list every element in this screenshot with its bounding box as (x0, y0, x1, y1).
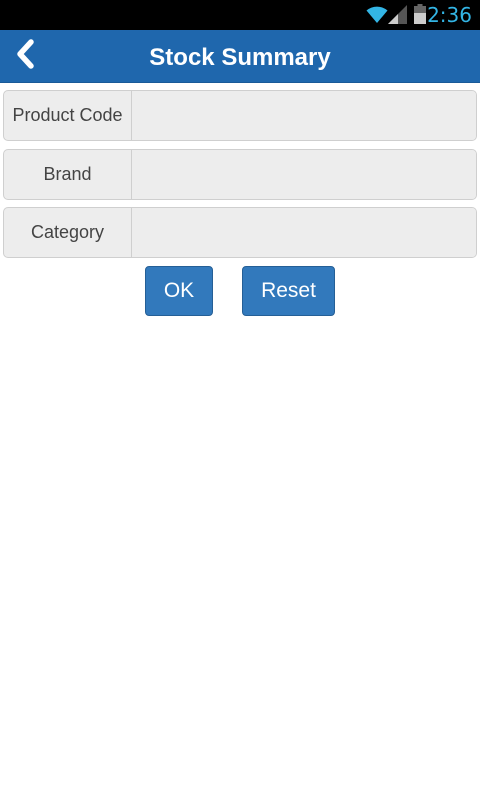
ok-button[interactable]: OK (145, 266, 213, 316)
brand-row: Brand (3, 149, 477, 200)
status-bar: 2:36 (0, 0, 480, 30)
category-label: Category (4, 208, 132, 257)
category-input[interactable] (132, 208, 476, 257)
signal-icon (388, 5, 408, 29)
wifi-icon (366, 4, 388, 29)
reset-button[interactable]: Reset (242, 266, 335, 316)
product-code-row: Product Code (3, 90, 477, 141)
brand-label: Brand (4, 150, 132, 199)
battery-icon (414, 4, 426, 29)
category-row: Category (3, 207, 477, 258)
product-code-label: Product Code (4, 91, 132, 140)
brand-input[interactable] (132, 150, 476, 199)
product-code-input[interactable] (132, 91, 476, 140)
title-bar: Stock Summary (0, 30, 480, 83)
page-title: Stock Summary (149, 44, 331, 71)
status-time: 2:36 (427, 3, 472, 27)
